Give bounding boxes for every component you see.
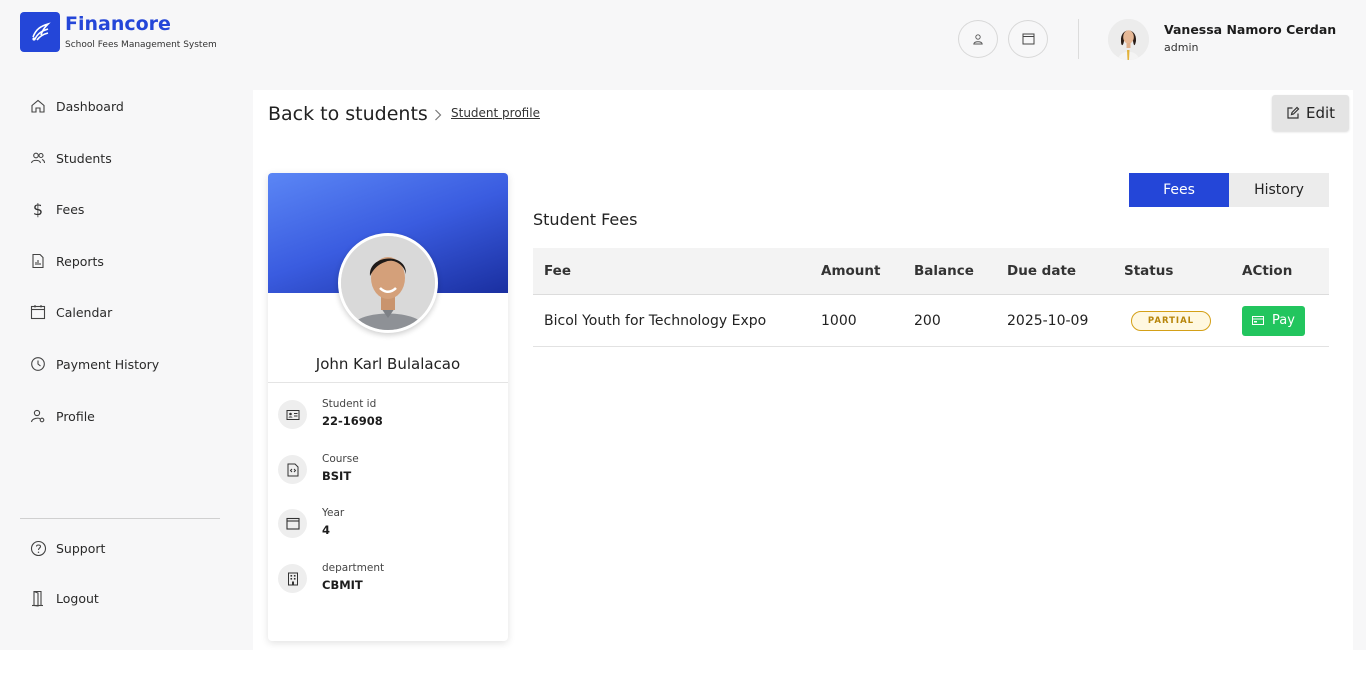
sidebar-item-label: Students [56, 150, 112, 166]
sidebar-item-support[interactable]: Support [28, 536, 105, 560]
table-header-row: Fee Amount Balance Due date Status ACtio… [533, 248, 1329, 295]
card-divider [268, 382, 508, 383]
sidebar-item-label: Dashboard [56, 98, 124, 114]
edit-icon [1286, 106, 1300, 120]
column-header-balance: Balance [914, 263, 974, 279]
info-value: CBMIT [322, 578, 363, 592]
info-label: Course [322, 453, 359, 465]
users-icon [28, 148, 48, 168]
sidebar-item-students[interactable]: Students [28, 146, 112, 170]
breadcrumb-current[interactable]: Student profile [451, 106, 540, 120]
home-icon [28, 96, 48, 116]
money-icon [1252, 316, 1265, 325]
report-icon [28, 251, 48, 271]
sidebar-item-label: Logout [56, 590, 99, 606]
status-cell: PARTIAL [1131, 295, 1211, 346]
app-root: Financore School Fees Management System … [0, 0, 1366, 650]
sidebar-item-label: Profile [56, 408, 95, 424]
balance-cell: 200 [914, 312, 941, 329]
user-avatar[interactable] [1108, 19, 1149, 60]
info-student-id: Student id 22-16908 [278, 397, 383, 429]
column-header-action: ACtion [1242, 263, 1293, 279]
sidebar-item-payment-history[interactable]: Payment History [28, 352, 159, 376]
sidebar-divider [20, 518, 220, 519]
sidebar-item-calendar[interactable]: Calendar [28, 300, 112, 324]
due-date-cell: 2025-10-09 [1007, 312, 1089, 329]
profile-button[interactable] [958, 20, 998, 58]
history-icon [28, 354, 48, 374]
building-icon [278, 564, 307, 593]
user-icon [972, 30, 984, 49]
sidebar-item-reports[interactable]: Reports [28, 249, 104, 273]
fees-title: Student Fees [533, 210, 638, 229]
dollar-icon: $ [32, 199, 44, 219]
help-icon [28, 538, 48, 558]
code-file-icon [278, 455, 307, 484]
pay-button[interactable]: Pay [1242, 305, 1305, 336]
student-avatar [338, 233, 438, 333]
back-to-students-link[interactable]: Back to students [268, 103, 428, 125]
chevron-right-icon [433, 107, 443, 126]
info-value: 22-16908 [322, 414, 383, 428]
sidebar-item-dashboard[interactable]: Dashboard [28, 94, 124, 118]
calendar-icon [1022, 30, 1035, 49]
column-header-due-date: Due date [1007, 263, 1077, 279]
column-header-fee: Fee [544, 263, 571, 279]
header-divider [1078, 19, 1079, 59]
sidebar-item-label: Payment History [56, 356, 160, 372]
sidebar-item-label: Calendar [56, 304, 113, 320]
user-settings-icon [28, 406, 48, 426]
action-cell: Pay [1242, 295, 1305, 346]
info-label: Student id [322, 398, 377, 410]
main-panel: Back to students Student profile Edit Jo… [253, 90, 1353, 650]
sidebar-item-label: Fees [56, 201, 85, 217]
info-year: Year 4 [278, 506, 344, 538]
user-name: Vanessa Namoro Cerdan [1164, 22, 1337, 37]
column-header-amount: Amount [821, 263, 881, 279]
brand-subtitle: School Fees Management System [65, 40, 217, 50]
info-value: 4 [322, 523, 331, 537]
calendar-icon [28, 302, 48, 322]
brand-name: Financore [65, 13, 171, 35]
pay-label: Pay [1272, 313, 1295, 328]
info-department: department CBMIT [278, 561, 384, 593]
table-row: Bicol Youth for Technology Expo 1000 200… [533, 295, 1329, 347]
fee-name-cell: Bicol Youth for Technology Expo [544, 312, 767, 329]
tab-fees[interactable]: Fees [1129, 173, 1229, 207]
calendar-button[interactable] [1008, 20, 1048, 58]
info-label: Year [322, 507, 345, 519]
sidebar-item-logout[interactable]: Logout [28, 586, 99, 610]
student-profile-card: John Karl Bulalacao Student id 22-16908 … [268, 173, 508, 641]
tab-history[interactable]: History [1229, 173, 1329, 207]
fees-table: Fee Amount Balance Due date Status ACtio… [533, 248, 1329, 347]
sidebar-item-label: Reports [56, 253, 104, 269]
door-icon [28, 588, 48, 608]
info-label: department [322, 562, 385, 574]
info-course: Course BSIT [278, 452, 359, 484]
logo-icon[interactable] [20, 12, 60, 52]
edit-label: Edit [1305, 104, 1336, 122]
calendar-icon [278, 509, 307, 538]
edit-button[interactable]: Edit [1272, 95, 1349, 131]
status-badge: PARTIAL [1131, 310, 1211, 331]
sidebar-item-fees[interactable]: $ Fees [28, 197, 85, 221]
sidebar-item-profile[interactable]: Profile [28, 404, 95, 428]
amount-cell: 1000 [821, 312, 857, 329]
user-role: admin [1164, 41, 1199, 54]
id-card-icon [278, 400, 307, 429]
student-name: John Karl Bulalacao [315, 355, 461, 373]
column-header-status: Status [1124, 263, 1174, 279]
sidebar-item-label: Support [56, 540, 106, 556]
info-value: BSIT [322, 469, 352, 483]
